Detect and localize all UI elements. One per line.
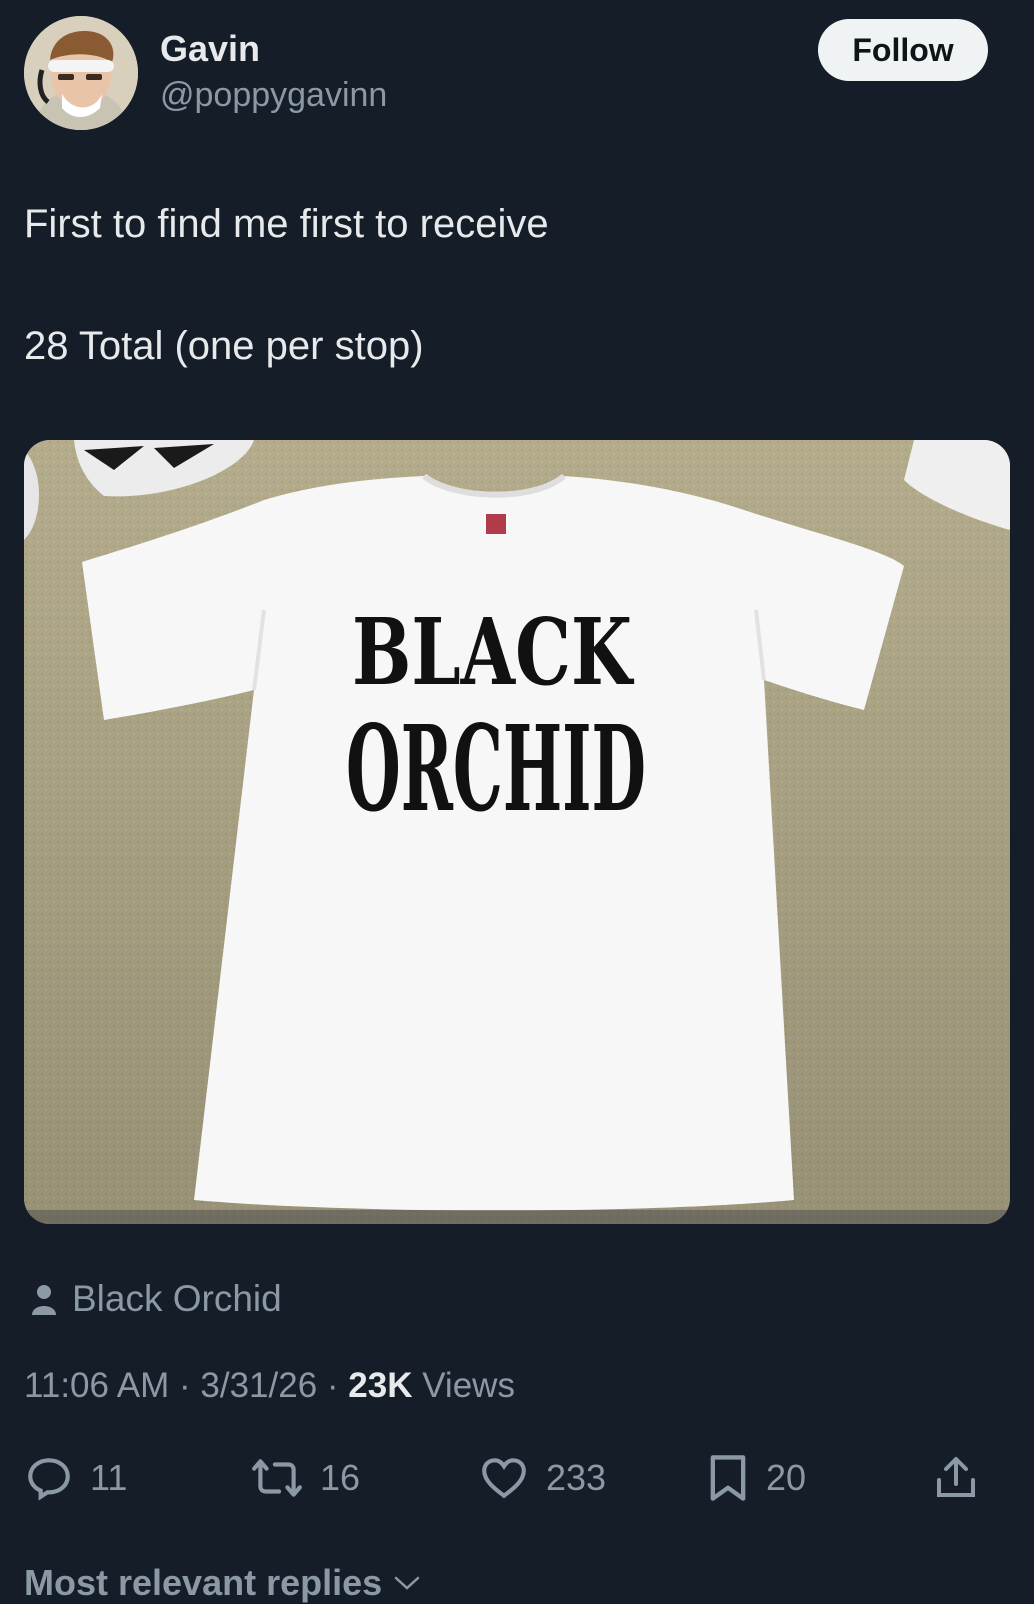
- replies-sort-dropdown[interactable]: Most relevant replies: [24, 1562, 422, 1604]
- repost-count: 16: [320, 1457, 361, 1498]
- share-button[interactable]: [932, 1448, 980, 1508]
- tshirt-photo: BLACK ORCHID: [24, 440, 1010, 1224]
- person-icon: [32, 1285, 56, 1315]
- tagged-user[interactable]: Black Orchid: [30, 1278, 282, 1320]
- user-handle[interactable]: @poppygavinn: [160, 76, 387, 115]
- share-icon: [937, 1457, 975, 1497]
- shirt-print-line: ORCHID: [346, 699, 646, 838]
- bookmark-count: 20: [766, 1457, 807, 1498]
- meta-separator: ·: [317, 1366, 349, 1405]
- avatar[interactable]: [24, 16, 138, 130]
- views-count: 23K: [348, 1366, 413, 1405]
- views-label: Views: [412, 1366, 515, 1405]
- reply-icon: [28, 1458, 70, 1501]
- meta-separator: ·: [169, 1366, 201, 1405]
- tweet-text-line: First to find me first to receive: [24, 202, 549, 246]
- tweet-metadata: 11:06 AM · 3/31/26 · 23K Views: [24, 1366, 515, 1406]
- shirt-print-line: BLACK: [352, 598, 634, 706]
- follow-button[interactable]: Follow: [818, 19, 988, 81]
- bookmark-button[interactable]: 20: [706, 1448, 806, 1508]
- avatar-image: [24, 16, 138, 130]
- action-bar: 11 16 233 20: [24, 1448, 1010, 1508]
- display-name[interactable]: Gavin: [160, 28, 260, 70]
- like-count: 233: [546, 1457, 607, 1498]
- chevron-down-icon: [394, 1576, 420, 1590]
- repost-icon: [252, 1459, 302, 1497]
- bookmark-icon: [710, 1455, 746, 1501]
- repost-button[interactable]: 16: [250, 1448, 360, 1508]
- tagged-user-name: Black Orchid: [72, 1278, 282, 1319]
- like-button[interactable]: 233: [478, 1448, 606, 1508]
- tweet-time[interactable]: 11:06 AM: [24, 1366, 169, 1405]
- tweet-date[interactable]: 3/31/26: [200, 1366, 317, 1405]
- replies-sort-label: Most relevant replies: [24, 1562, 383, 1603]
- tweet-text-line: 28 Total (one per stop): [24, 324, 424, 368]
- heart-icon: [482, 1458, 526, 1499]
- reply-button[interactable]: 11: [24, 1448, 127, 1508]
- tweet-media-photo[interactable]: BLACK ORCHID: [24, 440, 1010, 1224]
- reply-count: 11: [90, 1457, 128, 1498]
